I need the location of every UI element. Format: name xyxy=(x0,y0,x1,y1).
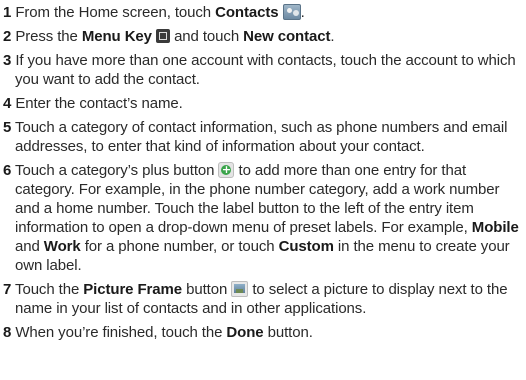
step-2: 2 Press the Menu Key and touch New conta… xyxy=(3,27,526,46)
step-number: 7 xyxy=(3,281,12,298)
bold-term-done: Done xyxy=(226,324,264,341)
step-text: Touch a category of contact information,… xyxy=(15,119,508,155)
step-text: button. xyxy=(263,324,313,341)
step-6: 6 Touch a category’s plus button to add … xyxy=(3,161,526,275)
step-8: 8 When you’re finished, touch the Done b… xyxy=(3,323,526,342)
step-number: 8 xyxy=(3,324,12,341)
step-text: for a phone number, or touch xyxy=(80,238,279,255)
step-number: 6 xyxy=(3,162,12,179)
plus-button-icon xyxy=(218,162,235,178)
step-text: Touch a category’s plus button xyxy=(15,162,219,179)
step-text: Enter the contact’s name. xyxy=(15,95,183,112)
step-number: 2 xyxy=(3,28,12,45)
picture-frame-icon xyxy=(231,281,249,297)
step-5: 5 Touch a category of contact informatio… xyxy=(3,118,526,156)
step-text: When you’re finished, touch the xyxy=(15,324,227,341)
step-7: 7 Touch the Picture Frame button to sele… xyxy=(3,280,526,318)
step-text: button xyxy=(182,281,232,298)
step-text: Press the xyxy=(15,28,82,45)
step-text: Touch the xyxy=(15,281,84,298)
step-text: and touch xyxy=(170,28,244,45)
step-1: 1 From the Home screen, touch Contacts . xyxy=(3,3,526,22)
step-text: . xyxy=(300,4,305,21)
step-3: 3 If you have more than one account with… xyxy=(3,51,526,89)
menu-key-icon xyxy=(156,29,170,43)
bold-term-menu-key: Menu Key xyxy=(81,28,152,45)
bold-term-custom: Custom xyxy=(278,238,334,255)
instruction-document: 1 From the Home screen, touch Contacts .… xyxy=(0,0,526,380)
step-4: 4 Enter the contact’s name. xyxy=(3,94,526,113)
step-number: 5 xyxy=(3,119,12,136)
bold-term-contacts: Contacts xyxy=(215,4,279,21)
bold-term-mobile: Mobile xyxy=(471,219,519,236)
step-text: From the Home screen, touch xyxy=(15,4,216,21)
step-text: . xyxy=(330,28,335,45)
bold-term-work: Work xyxy=(43,238,81,255)
step-text: If you have more than one account with c… xyxy=(15,52,516,88)
step-number: 1 xyxy=(3,4,12,21)
step-text: and xyxy=(15,238,44,255)
step-number: 4 xyxy=(3,95,12,112)
step-number: 3 xyxy=(3,52,12,69)
bold-term-picture-frame: Picture Frame xyxy=(83,281,183,298)
contacts-app-icon xyxy=(282,4,301,20)
bold-term-new-contact: New contact xyxy=(243,28,331,45)
